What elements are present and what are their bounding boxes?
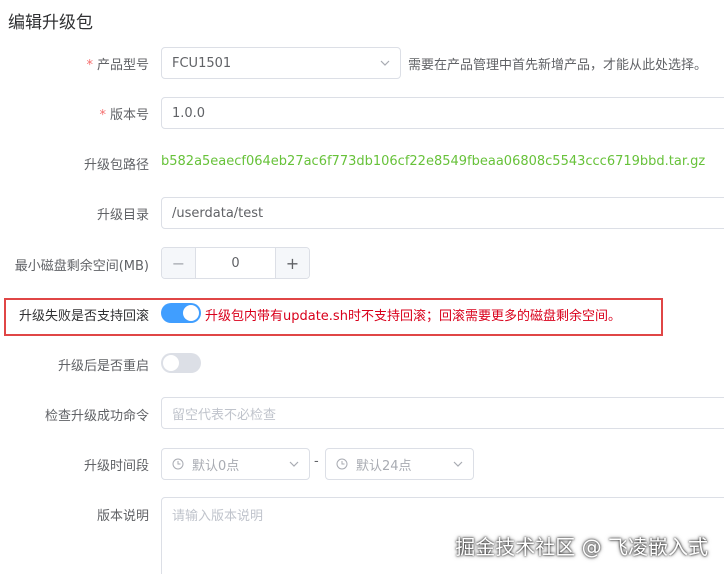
switch-knob xyxy=(163,355,179,371)
version-input[interactable]: 1.0.0 xyxy=(161,97,724,129)
product-model-value: FCU1501 xyxy=(172,55,232,71)
chevron-down-icon xyxy=(380,60,390,66)
upgrade-dir-value: /userdata/test xyxy=(172,205,264,221)
clock-icon xyxy=(172,458,184,470)
check-cmd-label: 检查升级成功命令 xyxy=(44,409,149,424)
start-time-picker[interactable]: 默认0点 xyxy=(161,448,310,480)
time-range-separator: - xyxy=(314,454,319,469)
increment-button[interactable]: + xyxy=(275,248,309,278)
page-title: 编辑升级包 xyxy=(8,13,93,33)
rollback-switch[interactable] xyxy=(161,303,201,323)
switch-knob xyxy=(183,305,199,321)
reboot-label: 升级后是否重启 xyxy=(57,359,149,374)
version-value: 1.0.0 xyxy=(172,105,206,121)
product-model-hint: 需要在产品管理中首先新增产品，才能从此处选择。 xyxy=(408,58,708,73)
watermark-text: 掘金技术社区 @ 飞凌嵌入式 xyxy=(455,535,708,559)
description-label: 版本说明 xyxy=(96,509,149,524)
chevron-down-icon xyxy=(453,461,463,467)
version-label: * 版本号 xyxy=(99,108,149,123)
decrement-button[interactable]: − xyxy=(162,248,196,278)
required-mark: * xyxy=(99,108,106,123)
upgrade-dir-input[interactable]: /userdata/test xyxy=(161,197,724,229)
check-cmd-placeholder: 留空代表不必检查 xyxy=(172,407,277,423)
rollback-label: 升级失败是否支持回滚 xyxy=(18,309,149,324)
chevron-down-icon xyxy=(289,461,299,467)
reboot-switch[interactable] xyxy=(161,353,201,373)
rollback-warning: 升级包内带有update.sh时不支持回滚；回滚需要更多的磁盘剩余空间。 xyxy=(205,309,621,324)
min-disk-label: 最小磁盘剩余空间(MB) xyxy=(14,259,149,274)
clock-icon xyxy=(336,458,348,470)
check-cmd-input[interactable]: 留空代表不必检查 xyxy=(161,397,724,429)
time-range-label: 升级时间段 xyxy=(83,459,149,474)
product-model-select[interactable]: FCU1501 xyxy=(161,47,401,79)
upgrade-dir-label: 升级目录 xyxy=(96,208,149,223)
min-disk-stepper: − 0 + xyxy=(161,247,310,279)
description-placeholder: 请输入版本说明 xyxy=(172,509,264,524)
product-model-label: * 产品型号 xyxy=(86,58,149,73)
start-time-placeholder: 默认0点 xyxy=(192,458,240,474)
end-time-placeholder: 默认24点 xyxy=(356,458,412,474)
min-disk-value[interactable]: 0 xyxy=(196,248,275,278)
required-mark: * xyxy=(86,58,93,73)
package-path-label: 升级包路径 xyxy=(83,158,149,173)
package-path-value: b582a5eaecf064eb27ac6f773db106cf22e8549f… xyxy=(161,154,706,169)
end-time-picker[interactable]: 默认24点 xyxy=(325,448,474,480)
